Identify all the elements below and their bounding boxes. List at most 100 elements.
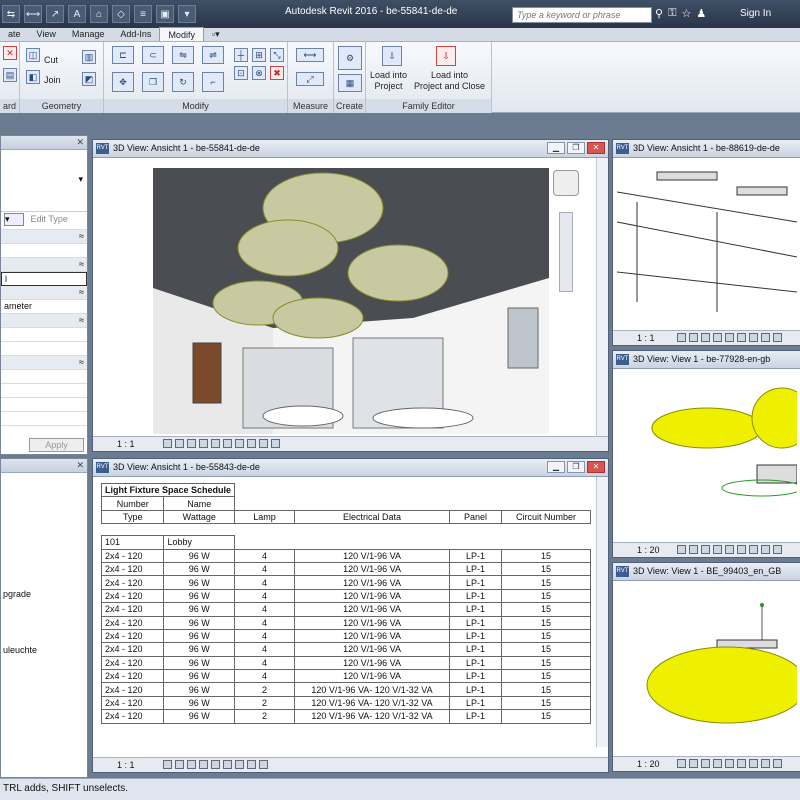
visual-style-icon[interactable] xyxy=(175,760,184,769)
unpin-icon[interactable]: ⊡ xyxy=(234,66,248,80)
cell-circuit[interactable]: 15 xyxy=(501,709,591,724)
visual-style-icon[interactable] xyxy=(689,759,698,768)
cell-electrical[interactable]: 120 V/1-96 VA xyxy=(294,642,451,657)
table-row[interactable]: 2x4 - 120 96 W 2 120 V/1-96 VA- 120 V/1-32 … xyxy=(100,709,591,724)
cell-circuit[interactable]: 15 xyxy=(501,628,591,644)
view-scale[interactable]: 1 : 20 xyxy=(637,757,660,771)
cell-circuit[interactable]: 15 xyxy=(501,642,591,657)
temporary-hide-icon[interactable] xyxy=(761,759,770,768)
3d-view-icon[interactable]: ⌂ xyxy=(90,5,108,23)
cell-electrical[interactable]: 120 V/1-96 VA xyxy=(294,655,451,671)
tab-modify[interactable]: Modify xyxy=(159,27,204,41)
wall-joins-icon[interactable]: ▥ xyxy=(82,50,96,64)
cell-wattage[interactable]: 96 W xyxy=(163,561,236,577)
detail-level-icon[interactable] xyxy=(677,545,686,554)
trim-icon[interactable]: ⌐ xyxy=(202,72,224,92)
cell-panel[interactable]: LP-1 xyxy=(449,575,503,590)
show-crop-icon[interactable] xyxy=(223,760,232,769)
temporary-hide-icon[interactable] xyxy=(761,333,770,342)
prop-group-other[interactable]: ≈ xyxy=(1,314,87,328)
cell-electrical[interactable]: 120 V/1-96 VA- 120 V/1-32 VA xyxy=(294,709,451,724)
group-number[interactable]: 101 xyxy=(100,535,165,550)
minimize-button[interactable]: ▁ xyxy=(547,461,565,473)
cell-type[interactable]: 2x4 - 120 xyxy=(100,588,165,604)
shadows-icon[interactable] xyxy=(199,439,208,448)
cell-lamp[interactable]: 4 xyxy=(234,548,296,563)
detail-level-icon[interactable] xyxy=(677,333,686,342)
show-crop-icon[interactable] xyxy=(223,439,232,448)
shadows-icon[interactable] xyxy=(713,759,722,768)
cell-type[interactable]: 2x4 - 120 xyxy=(100,602,165,617)
viewcube[interactable] xyxy=(553,170,579,196)
cell-circuit[interactable]: 15 xyxy=(501,561,591,577)
paste-icon[interactable]: ▤ xyxy=(3,68,17,82)
table-row[interactable]: 2x4 - 120 96 W 2 120 V/1-96 VA- 120 V/1-32 … xyxy=(100,695,591,711)
cell-type[interactable]: 2x4 - 120 xyxy=(100,561,165,577)
cell-circuit[interactable]: 15 xyxy=(501,655,591,671)
split-icon[interactable]: ┼ xyxy=(234,48,248,62)
prop-row-selected[interactable]: l xyxy=(1,272,87,286)
sun-path-icon[interactable] xyxy=(701,333,710,342)
cell-panel[interactable]: LP-1 xyxy=(449,669,503,684)
table-row[interactable]: 2x4 - 120 96 W 4 120 V/1-96 VA LP-1 15 xyxy=(100,669,591,684)
section-icon[interactable]: ◇ xyxy=(112,5,130,23)
reveal-hidden-icon[interactable] xyxy=(773,759,782,768)
cell-type[interactable]: 2x4 - 120 xyxy=(100,575,165,590)
cell-lamp[interactable]: 4 xyxy=(234,602,296,617)
tab-manage[interactable]: Manage xyxy=(64,27,113,41)
switch-windows-icon[interactable]: ▣ xyxy=(156,5,174,23)
view-scale[interactable]: 1 : 1 xyxy=(117,758,135,772)
minimize-button[interactable]: ▁ xyxy=(547,142,565,154)
cell-electrical[interactable]: 120 V/1-96 VA xyxy=(294,575,451,590)
sun-path-icon[interactable] xyxy=(701,759,710,768)
temporary-hide-icon[interactable] xyxy=(247,439,256,448)
cell-lamp[interactable]: 4 xyxy=(234,655,296,671)
visual-style-icon[interactable] xyxy=(689,333,698,342)
cell-panel[interactable]: LP-1 xyxy=(449,655,503,671)
lock-view-icon[interactable] xyxy=(235,439,244,448)
cell-panel[interactable]: LP-1 xyxy=(449,695,503,711)
crop-view-icon[interactable] xyxy=(211,439,220,448)
cell-electrical[interactable]: 120 V/1-96 VA xyxy=(294,561,451,577)
cell-panel[interactable]: LP-1 xyxy=(449,642,503,657)
shadows-icon[interactable] xyxy=(713,545,722,554)
copy-icon[interactable]: ❐ xyxy=(142,72,164,92)
cell-lamp[interactable]: 4 xyxy=(234,628,296,644)
cell-wattage[interactable]: 96 W xyxy=(163,548,236,563)
table-row[interactable]: 2x4 - 120 96 W 4 120 V/1-96 VA LP-1 15 xyxy=(100,588,591,604)
mirror-axis-icon[interactable]: ⇋ xyxy=(172,46,194,64)
browser-item[interactable]: pgrade xyxy=(3,589,31,599)
edit-type-button[interactable]: Edit Type xyxy=(31,214,68,224)
search-input[interactable]: Type a keyword or phrase xyxy=(512,7,652,23)
apply-button[interactable]: Apply xyxy=(29,438,84,452)
mirror-draw-icon[interactable]: ⇌ xyxy=(202,46,224,64)
cell-wattage[interactable]: 96 W xyxy=(163,655,236,671)
split-face-icon[interactable]: ◩ xyxy=(82,72,96,86)
cell-circuit[interactable]: 15 xyxy=(501,588,591,604)
crop-view-icon[interactable] xyxy=(725,333,734,342)
cell-circuit[interactable]: 15 xyxy=(501,682,591,697)
tab-view[interactable]: View xyxy=(29,27,64,41)
cell-lamp[interactable]: 4 xyxy=(234,615,296,630)
cell-lamp[interactable]: 4 xyxy=(234,575,296,590)
crop-view-icon[interactable] xyxy=(211,760,220,769)
load-close-button[interactable]: Load into Project and Close xyxy=(414,70,485,92)
3d-viewport-canvas[interactable] xyxy=(617,373,797,539)
show-crop-icon[interactable] xyxy=(737,759,746,768)
load-into-project-icon[interactable]: ⇩ xyxy=(382,46,402,66)
view-scale[interactable]: 1 : 1 xyxy=(117,437,135,451)
dimension-icon[interactable]: ⟷ xyxy=(24,5,42,23)
3d-viewport-canvas[interactable] xyxy=(153,168,549,434)
cell-circuit[interactable]: 15 xyxy=(501,669,591,684)
lock-view-icon[interactable] xyxy=(235,760,244,769)
measure-between-icon[interactable]: ⟷ xyxy=(296,48,324,62)
3d-viewport-canvas[interactable] xyxy=(617,162,797,327)
cut-scissor-icon[interactable]: ✕ xyxy=(3,46,17,60)
sign-in-link[interactable]: Sign In xyxy=(740,8,771,19)
tab-annotate[interactable]: ate xyxy=(0,27,29,41)
cell-type[interactable]: 2x4 - 120 xyxy=(100,709,165,724)
visual-style-icon[interactable] xyxy=(689,545,698,554)
reveal-hidden-icon[interactable] xyxy=(259,760,268,769)
cell-wattage[interactable]: 96 W xyxy=(163,588,236,604)
table-row[interactable]: 2x4 - 120 96 W 4 120 V/1-96 VA LP-1 15 xyxy=(100,548,591,563)
